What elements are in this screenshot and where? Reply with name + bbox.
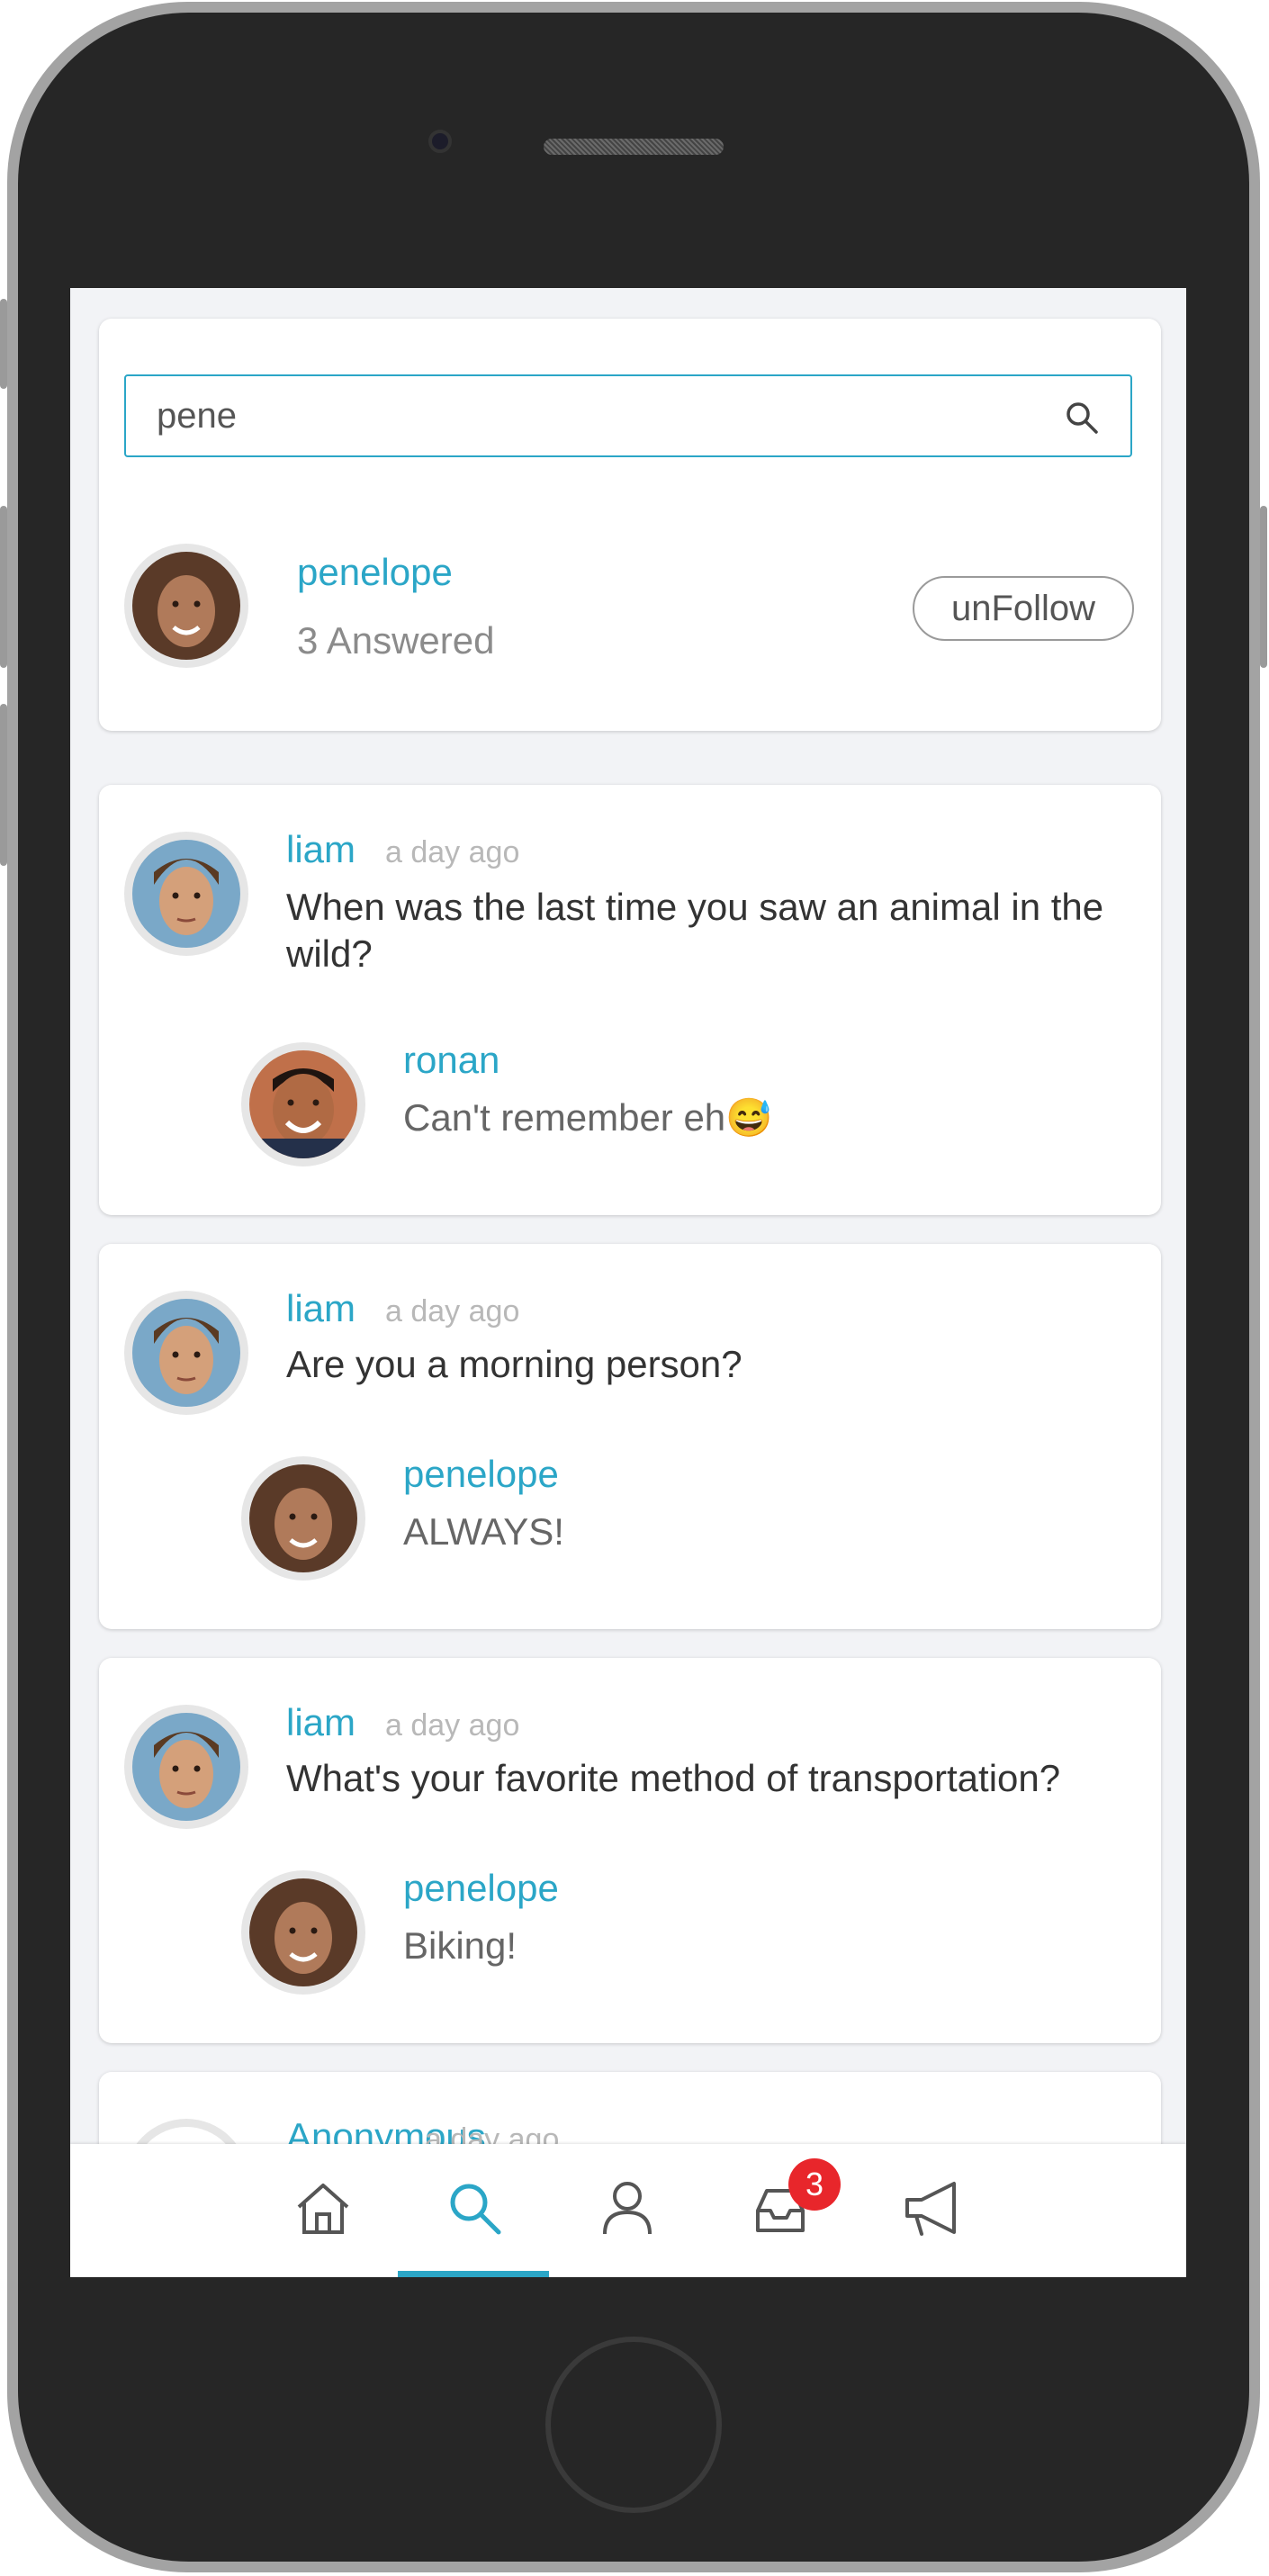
search-input[interactable] xyxy=(157,392,1021,439)
search-icon xyxy=(450,2184,501,2235)
post-timestamp: a day ago xyxy=(385,1708,520,1743)
feed-card: liam a day ago What's your favorite meth… xyxy=(99,1658,1161,2043)
tab-inbox[interactable]: 3 xyxy=(704,2144,855,2277)
active-tab-indicator xyxy=(398,2271,549,2277)
avatar[interactable] xyxy=(241,1456,365,1581)
avatar[interactable] xyxy=(124,544,248,668)
avatar[interactable] xyxy=(241,1870,365,1995)
profile-icon xyxy=(603,2182,652,2235)
tab-search[interactable] xyxy=(398,2144,549,2277)
tab-announcements[interactable] xyxy=(855,2144,1006,2277)
answer-text: Biking! xyxy=(403,1924,518,1967)
avatar[interactable] xyxy=(124,832,248,956)
question-text[interactable]: When was the last time you saw an animal… xyxy=(286,884,1114,977)
search-icon[interactable] xyxy=(1064,400,1100,436)
ronan-avatar-image xyxy=(249,1050,357,1158)
search-card: penelope 3 Answered unFollow xyxy=(99,319,1161,731)
answer-text-body: Can't remember eh xyxy=(403,1096,726,1139)
asker-name[interactable]: liam xyxy=(286,1701,356,1744)
post-timestamp: a day ago xyxy=(385,835,520,869)
penelope-avatar-image xyxy=(132,552,240,660)
penelope-avatar-image xyxy=(249,1464,357,1572)
unfollow-button[interactable]: unFollow xyxy=(913,576,1134,641)
liam-avatar-image xyxy=(132,1713,240,1821)
mute-switch xyxy=(0,299,7,389)
power-button xyxy=(1260,506,1267,668)
question-text[interactable]: What's your favorite method of transport… xyxy=(286,1755,1150,1802)
asker-name[interactable]: liam xyxy=(286,828,356,871)
notification-badge: 3 xyxy=(788,2158,841,2211)
earpiece-speaker xyxy=(544,139,724,155)
front-camera xyxy=(428,130,452,153)
home-icon xyxy=(297,2184,349,2234)
question-text[interactable]: Are you a morning person? xyxy=(286,1341,1114,1388)
answerer-name[interactable]: penelope xyxy=(403,1453,559,1496)
answered-count: 3 Answered xyxy=(297,619,495,662)
answerer-name[interactable]: penelope xyxy=(403,1867,559,1910)
user-name-link[interactable]: penelope xyxy=(297,551,453,594)
volume-down-button xyxy=(0,704,7,866)
liam-avatar-image xyxy=(132,840,240,948)
megaphone-icon xyxy=(905,2182,956,2236)
bottom-tab-bar: 3 xyxy=(70,2144,1186,2277)
avatar[interactable] xyxy=(124,1705,248,1829)
penelope-avatar-image xyxy=(249,1878,357,1986)
asker-name[interactable]: liam xyxy=(286,1287,356,1330)
avatar[interactable] xyxy=(241,1042,365,1166)
feed-card: liam a day ago When was the last time yo… xyxy=(99,785,1161,1215)
liam-avatar-image xyxy=(132,1299,240,1407)
post-timestamp: a day ago xyxy=(385,1294,520,1329)
search-field[interactable] xyxy=(124,374,1132,457)
sweat-smile-emoji-icon: 😅 xyxy=(725,1096,773,1139)
answer-text: Can't remember eh😅 xyxy=(403,1096,772,1140)
app-screen: penelope 3 Answered unFollow liam a day … xyxy=(70,288,1186,2277)
answerer-name[interactable]: ronan xyxy=(403,1039,500,1082)
feed-card: liam a day ago Are you a morning person?… xyxy=(99,1244,1161,1629)
volume-up-button xyxy=(0,506,7,668)
tab-profile[interactable] xyxy=(551,2144,702,2277)
tab-home[interactable] xyxy=(247,2144,398,2277)
home-button[interactable] xyxy=(545,2337,722,2513)
answer-text: ALWAYS! xyxy=(403,1510,564,1553)
avatar[interactable] xyxy=(124,1291,248,1415)
